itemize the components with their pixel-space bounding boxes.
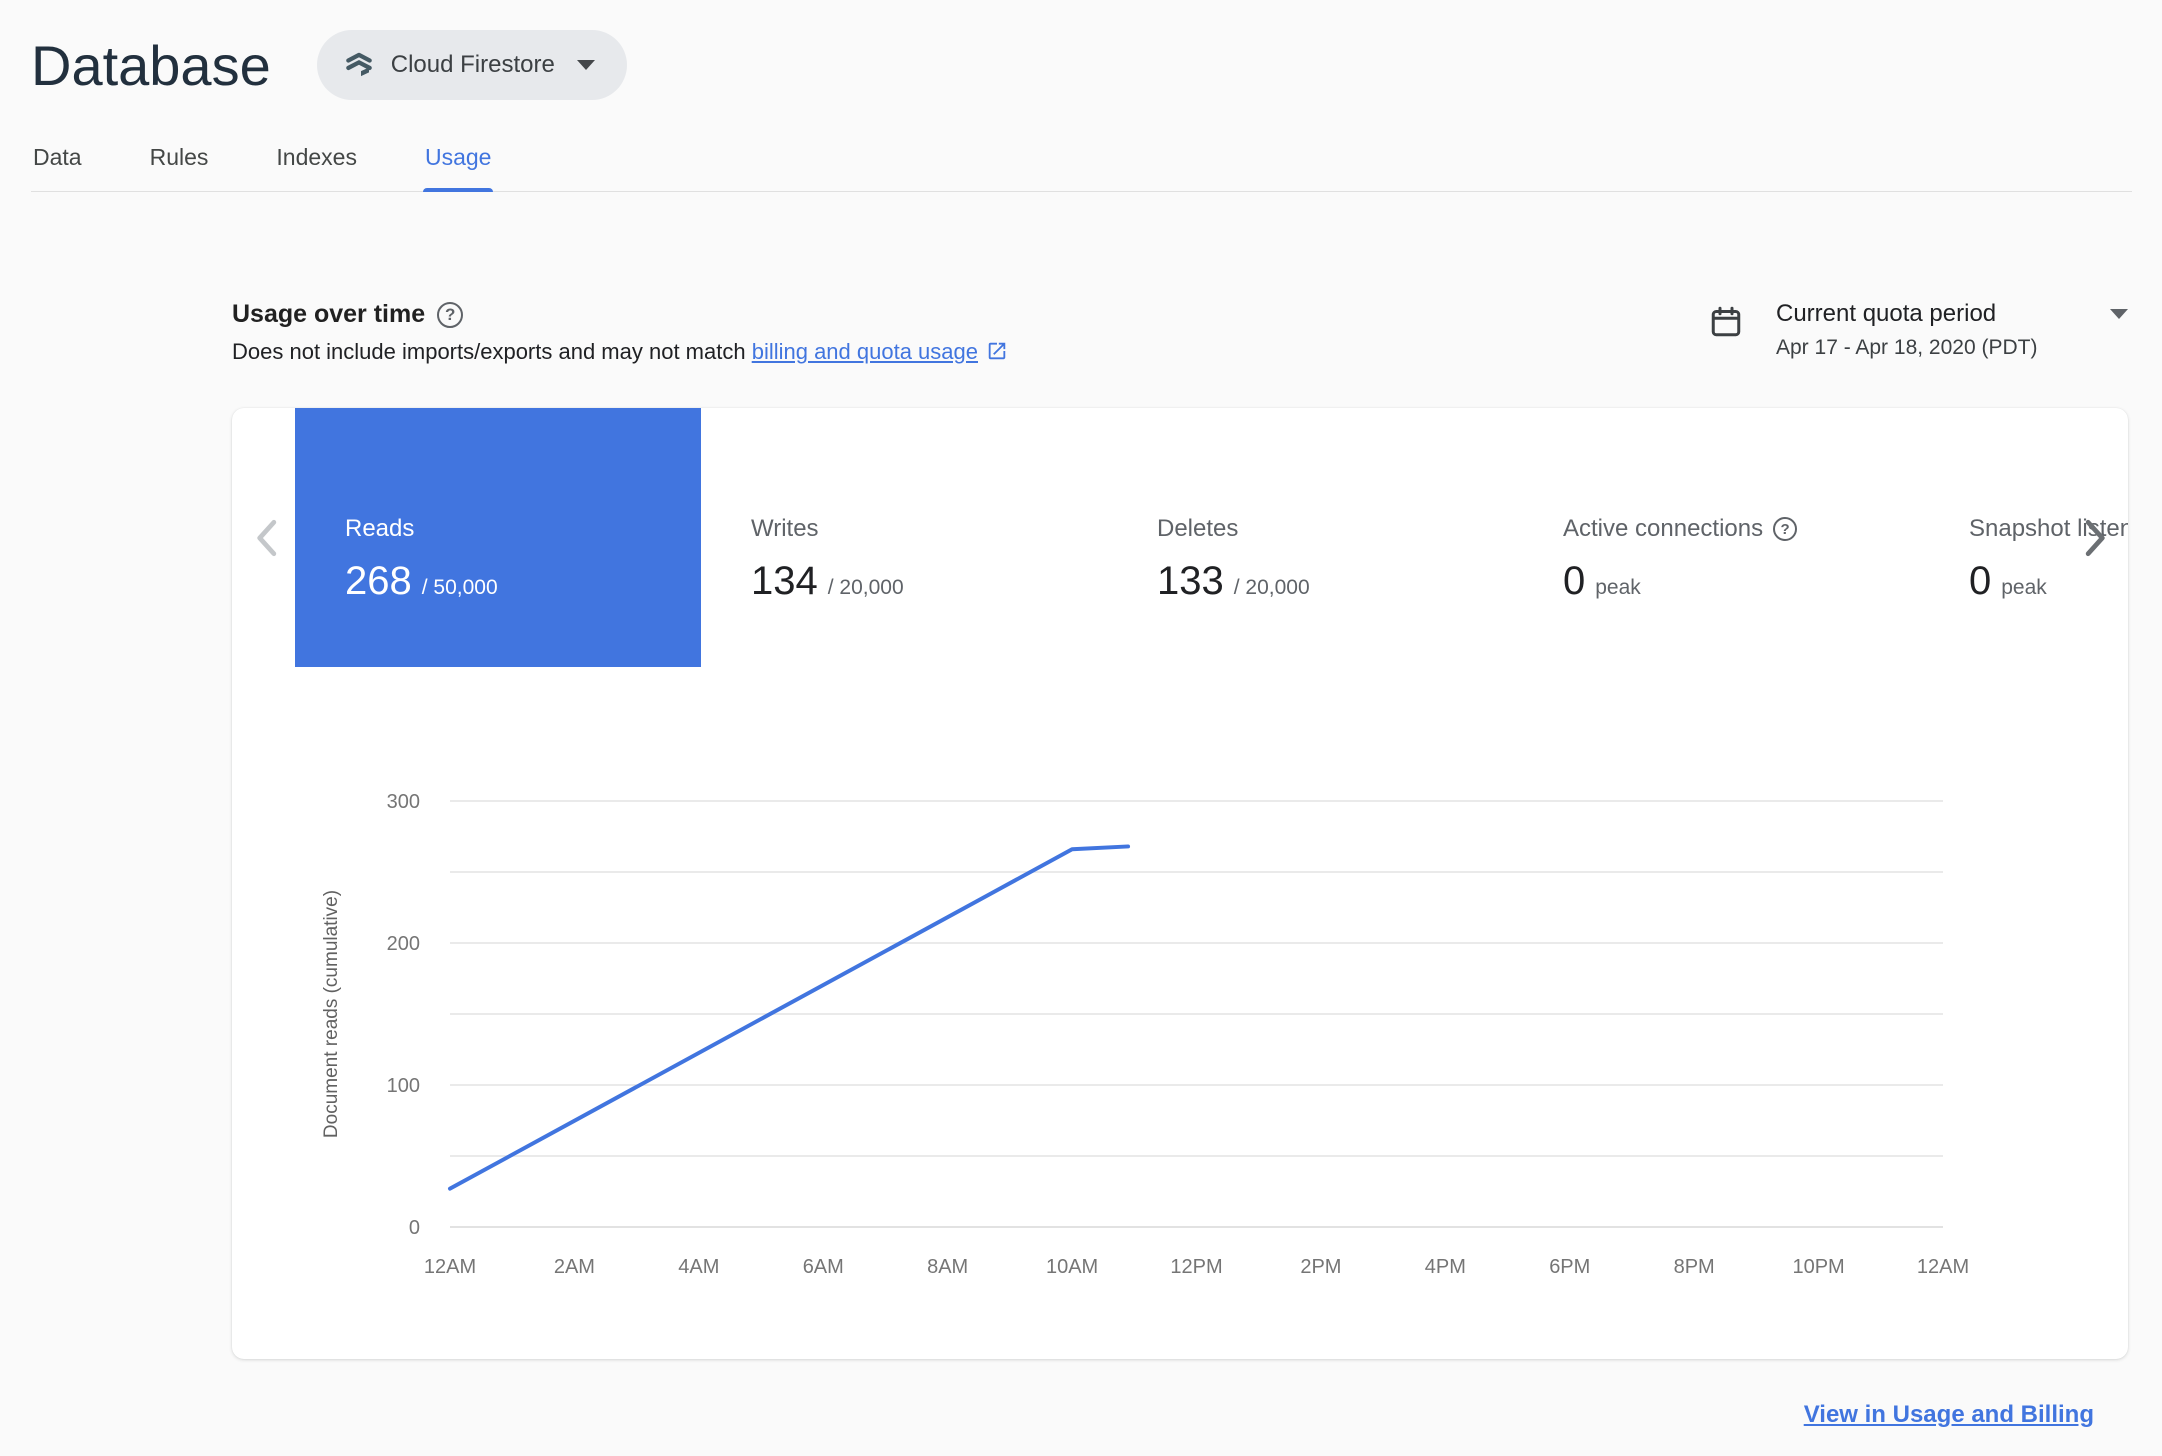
svg-text:10AM: 10AM bbox=[1046, 1256, 1098, 1278]
firestore-icon bbox=[343, 49, 375, 81]
metric-quota: / 50,000 bbox=[421, 576, 498, 599]
help-icon[interactable]: ? bbox=[1773, 517, 1798, 541]
metric-tile-deletes[interactable]: Deletes 133 / 20,000 bbox=[1107, 408, 1513, 667]
product-selector[interactable]: Cloud Firestore bbox=[316, 30, 627, 100]
usage-over-time-title: Usage over time bbox=[232, 300, 426, 328]
svg-text:12AM: 12AM bbox=[1917, 1256, 1969, 1278]
metric-quota: / 20,000 bbox=[1233, 576, 1310, 599]
help-icon[interactable]: ? bbox=[437, 301, 464, 328]
metric-label: Deletes bbox=[1157, 515, 1239, 542]
scroll-right-button[interactable] bbox=[2076, 512, 2116, 564]
usage-subtitle-text: Does not include imports/exports and may… bbox=[232, 339, 752, 364]
usage-heading-block: Usage over time ? Does not include impor… bbox=[232, 300, 1008, 368]
svg-text:12PM: 12PM bbox=[1170, 1256, 1222, 1278]
metric-quota: peak bbox=[2001, 576, 2047, 599]
chevron-down-icon bbox=[576, 60, 595, 70]
metric-tile-writes[interactable]: Writes 134 / 20,000 bbox=[701, 408, 1107, 667]
product-selector-label: Cloud Firestore bbox=[390, 51, 555, 78]
svg-text:10PM: 10PM bbox=[1792, 1256, 1844, 1278]
svg-text:2PM: 2PM bbox=[1300, 1256, 1341, 1278]
tab-rules[interactable]: Rules bbox=[148, 144, 211, 191]
usage-section-header: Usage over time ? Does not include impor… bbox=[232, 300, 2128, 368]
metric-value: 133 bbox=[1157, 559, 1224, 603]
metric-label: Active connections bbox=[1563, 515, 1764, 542]
tab-usage[interactable]: Usage bbox=[422, 144, 494, 192]
metric-value: 134 bbox=[751, 559, 818, 603]
metric-tiles: Reads 268 / 50,000 Writes 134 / 20,000 D… bbox=[295, 408, 2128, 667]
view-usage-billing-link[interactable]: View in Usage and Billing bbox=[1804, 1401, 2094, 1428]
tab-bar: Data Rules Indexes Usage bbox=[31, 144, 2132, 192]
usage-card: Reads 268 / 50,000 Writes 134 / 20,000 D… bbox=[232, 408, 2128, 1359]
metric-label: Writes bbox=[751, 515, 819, 542]
page-header: Database Cloud Firestore bbox=[0, 0, 2162, 100]
metric-value: 268 bbox=[345, 559, 412, 603]
usage-section: Usage over time ? Does not include impor… bbox=[232, 300, 2128, 1429]
quota-period-selector[interactable]: Current quota period Apr 17 - Apr 18, 20… bbox=[1708, 300, 2128, 360]
chart-y-axis-title: Document reads (cumulative) bbox=[321, 889, 342, 1139]
svg-text:8AM: 8AM bbox=[927, 1256, 968, 1278]
svg-text:8PM: 8PM bbox=[1674, 1256, 1715, 1278]
metric-label: Reads bbox=[345, 515, 415, 542]
quota-period-range: Apr 17 - Apr 18, 2020 (PDT) bbox=[1776, 336, 2038, 359]
metric-tile-reads[interactable]: Reads 268 / 50,000 bbox=[295, 408, 701, 667]
chevron-down-icon bbox=[2110, 309, 2128, 319]
svg-text:300: 300 bbox=[387, 791, 420, 813]
metric-strip: Reads 268 / 50,000 Writes 134 / 20,000 D… bbox=[232, 408, 2128, 667]
page-title: Database bbox=[31, 33, 271, 97]
svg-text:6PM: 6PM bbox=[1549, 1256, 1590, 1278]
tab-indexes[interactable]: Indexes bbox=[274, 144, 359, 191]
scroll-left-button[interactable] bbox=[246, 512, 286, 564]
chevron-right-icon bbox=[2085, 519, 2107, 557]
firestore-usage-page: Database Cloud Firestore Data Rules Inde… bbox=[0, 0, 2162, 1456]
metric-quota: peak bbox=[1595, 576, 1641, 599]
quota-period-text: Current quota period Apr 17 - Apr 18, 20… bbox=[1776, 300, 2128, 360]
metric-value: 0 bbox=[1969, 559, 1992, 603]
svg-text:0: 0 bbox=[409, 1217, 420, 1239]
svg-text:12AM: 12AM bbox=[424, 1256, 476, 1278]
usage-subtitle: Does not include imports/exports and may… bbox=[232, 339, 1008, 368]
tab-data[interactable]: Data bbox=[31, 144, 84, 191]
billing-quota-usage-link[interactable]: billing and quota usage bbox=[752, 339, 978, 364]
svg-text:4AM: 4AM bbox=[678, 1256, 719, 1278]
metric-tile-active-connections[interactable]: Active connections ? 0 peak bbox=[1513, 408, 1919, 667]
quota-period-label: Current quota period bbox=[1776, 300, 1997, 327]
chevron-left-icon bbox=[255, 519, 277, 557]
svg-text:6AM: 6AM bbox=[803, 1256, 844, 1278]
metric-value: 0 bbox=[1563, 559, 1586, 603]
metric-quota: / 20,000 bbox=[827, 576, 904, 599]
svg-text:2AM: 2AM bbox=[554, 1256, 595, 1278]
svg-text:4PM: 4PM bbox=[1425, 1256, 1466, 1278]
open-in-new-icon[interactable] bbox=[986, 340, 1008, 368]
calendar-icon bbox=[1708, 304, 1744, 340]
footer: View in Usage and Billing bbox=[232, 1401, 2094, 1429]
svg-text:200: 200 bbox=[387, 933, 420, 955]
svg-text:100: 100 bbox=[387, 1075, 420, 1097]
